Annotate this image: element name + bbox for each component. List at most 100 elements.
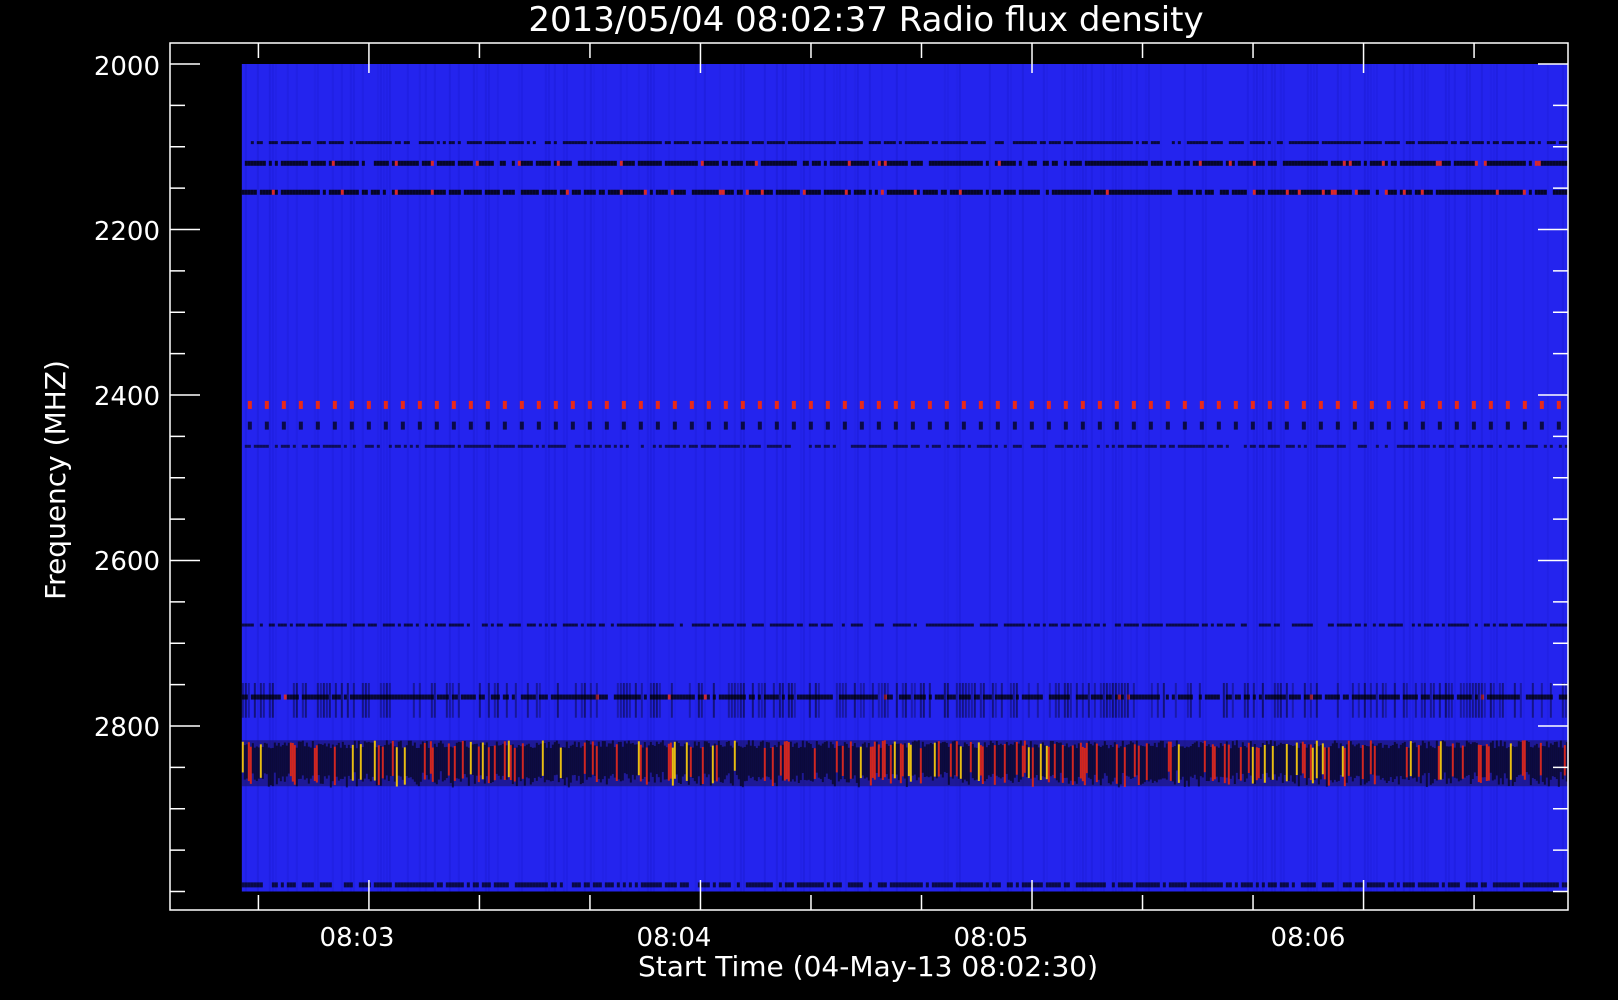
- band-segment: [283, 623, 287, 627]
- band-segment: [457, 160, 461, 166]
- texture-column: [1015, 682, 1018, 718]
- band-segment: [889, 160, 893, 166]
- burst-column: [329, 748, 332, 788]
- band-segment: [874, 623, 878, 627]
- band-segment: [1312, 882, 1316, 888]
- burst-column: [641, 747, 644, 779]
- band-segment: [913, 882, 917, 888]
- band-segment: [760, 160, 764, 166]
- band-segment: [904, 141, 908, 145]
- burst-column: [701, 747, 704, 785]
- band-segment: [616, 189, 620, 195]
- band-segment: [1216, 160, 1220, 166]
- texture-column: [1375, 682, 1378, 718]
- burst-column: [1043, 745, 1046, 778]
- band-segment: [607, 444, 611, 448]
- burst-column: [483, 744, 486, 784]
- band-segment: [1108, 141, 1112, 145]
- spectral-dot: [417, 400, 422, 409]
- band-segment: [1063, 141, 1067, 145]
- band-segment: [1126, 882, 1130, 888]
- band-segment: [511, 141, 515, 145]
- band-segment: [553, 141, 557, 145]
- band-segment: [859, 160, 863, 166]
- burst-column: [1385, 744, 1388, 783]
- band-segment: [508, 141, 512, 145]
- band-segment: [799, 882, 803, 888]
- band-segment: [1471, 882, 1475, 888]
- band-segment: [1195, 141, 1199, 145]
- burst-column: [1109, 745, 1112, 785]
- band-segment: [1066, 444, 1070, 448]
- burst-column: [429, 741, 432, 774]
- band-segment: [1408, 694, 1412, 700]
- texture-column: [1186, 682, 1189, 718]
- band-segment: [874, 141, 878, 145]
- band-segment: [1357, 444, 1361, 448]
- band-segment: [778, 444, 782, 448]
- burst-column: [1267, 744, 1270, 778]
- band-segment: [442, 141, 446, 145]
- band-segment: [436, 141, 440, 145]
- band-segment: [631, 160, 635, 166]
- burst-column: [845, 743, 848, 783]
- band-segment: [1417, 623, 1421, 627]
- band-segment: [1441, 189, 1445, 195]
- burst-column: [1491, 740, 1494, 781]
- band-segment: [1411, 694, 1415, 700]
- band-segment: [478, 444, 482, 448]
- burst-column: [1067, 747, 1070, 784]
- burst-column: [331, 744, 334, 782]
- band-segment: [1474, 160, 1478, 166]
- band-segment: [664, 694, 668, 700]
- burst-column: [809, 743, 812, 781]
- burst-column: [1115, 744, 1118, 784]
- burst-column: [645, 747, 648, 785]
- band-segment: [850, 694, 854, 700]
- texture-column: [1099, 682, 1102, 718]
- band-segment: [1105, 160, 1109, 166]
- band-segment: [1435, 141, 1439, 145]
- band-segment: [1258, 623, 1262, 627]
- burst-column: [933, 742, 936, 777]
- texture-column: [853, 682, 856, 718]
- band-segment: [682, 141, 686, 145]
- spectral-dot: [808, 400, 813, 409]
- band-segment: [1090, 160, 1094, 166]
- band-segment: [736, 189, 740, 195]
- band-segment: [436, 882, 440, 888]
- band-segment: [301, 141, 305, 145]
- band-segment: [460, 623, 464, 627]
- burst-column: [1537, 747, 1540, 784]
- band-segment: [1249, 444, 1253, 448]
- burst-column: [609, 743, 612, 776]
- texture-column: [1480, 682, 1483, 718]
- burst-column: [1381, 747, 1384, 778]
- burst-column: [1313, 743, 1316, 781]
- band-segment: [940, 623, 944, 627]
- band-segment: [421, 694, 425, 700]
- band-segment: [964, 141, 968, 145]
- burst-column: [739, 746, 742, 787]
- texture-column: [1291, 682, 1294, 718]
- band-segment: [835, 882, 839, 888]
- band-segment: [805, 189, 809, 195]
- band-segment: [1339, 623, 1343, 627]
- band-segment: [556, 444, 560, 448]
- spectral-dot: [451, 421, 456, 430]
- texture-column: [382, 682, 385, 718]
- band-segment: [766, 882, 770, 888]
- burst-column: [319, 744, 322, 784]
- burst-column: [581, 746, 584, 784]
- band-segment: [1330, 623, 1334, 627]
- burst-column: [673, 741, 676, 779]
- band-segment: [610, 189, 614, 195]
- burst-column: [843, 742, 846, 780]
- burst-column: [1361, 745, 1364, 780]
- band-segment: [1393, 141, 1397, 145]
- band-segment: [442, 189, 446, 195]
- burst-column: [417, 747, 420, 787]
- band-segment: [625, 141, 629, 145]
- band-segment: [1552, 189, 1556, 195]
- band-segment: [1240, 882, 1244, 888]
